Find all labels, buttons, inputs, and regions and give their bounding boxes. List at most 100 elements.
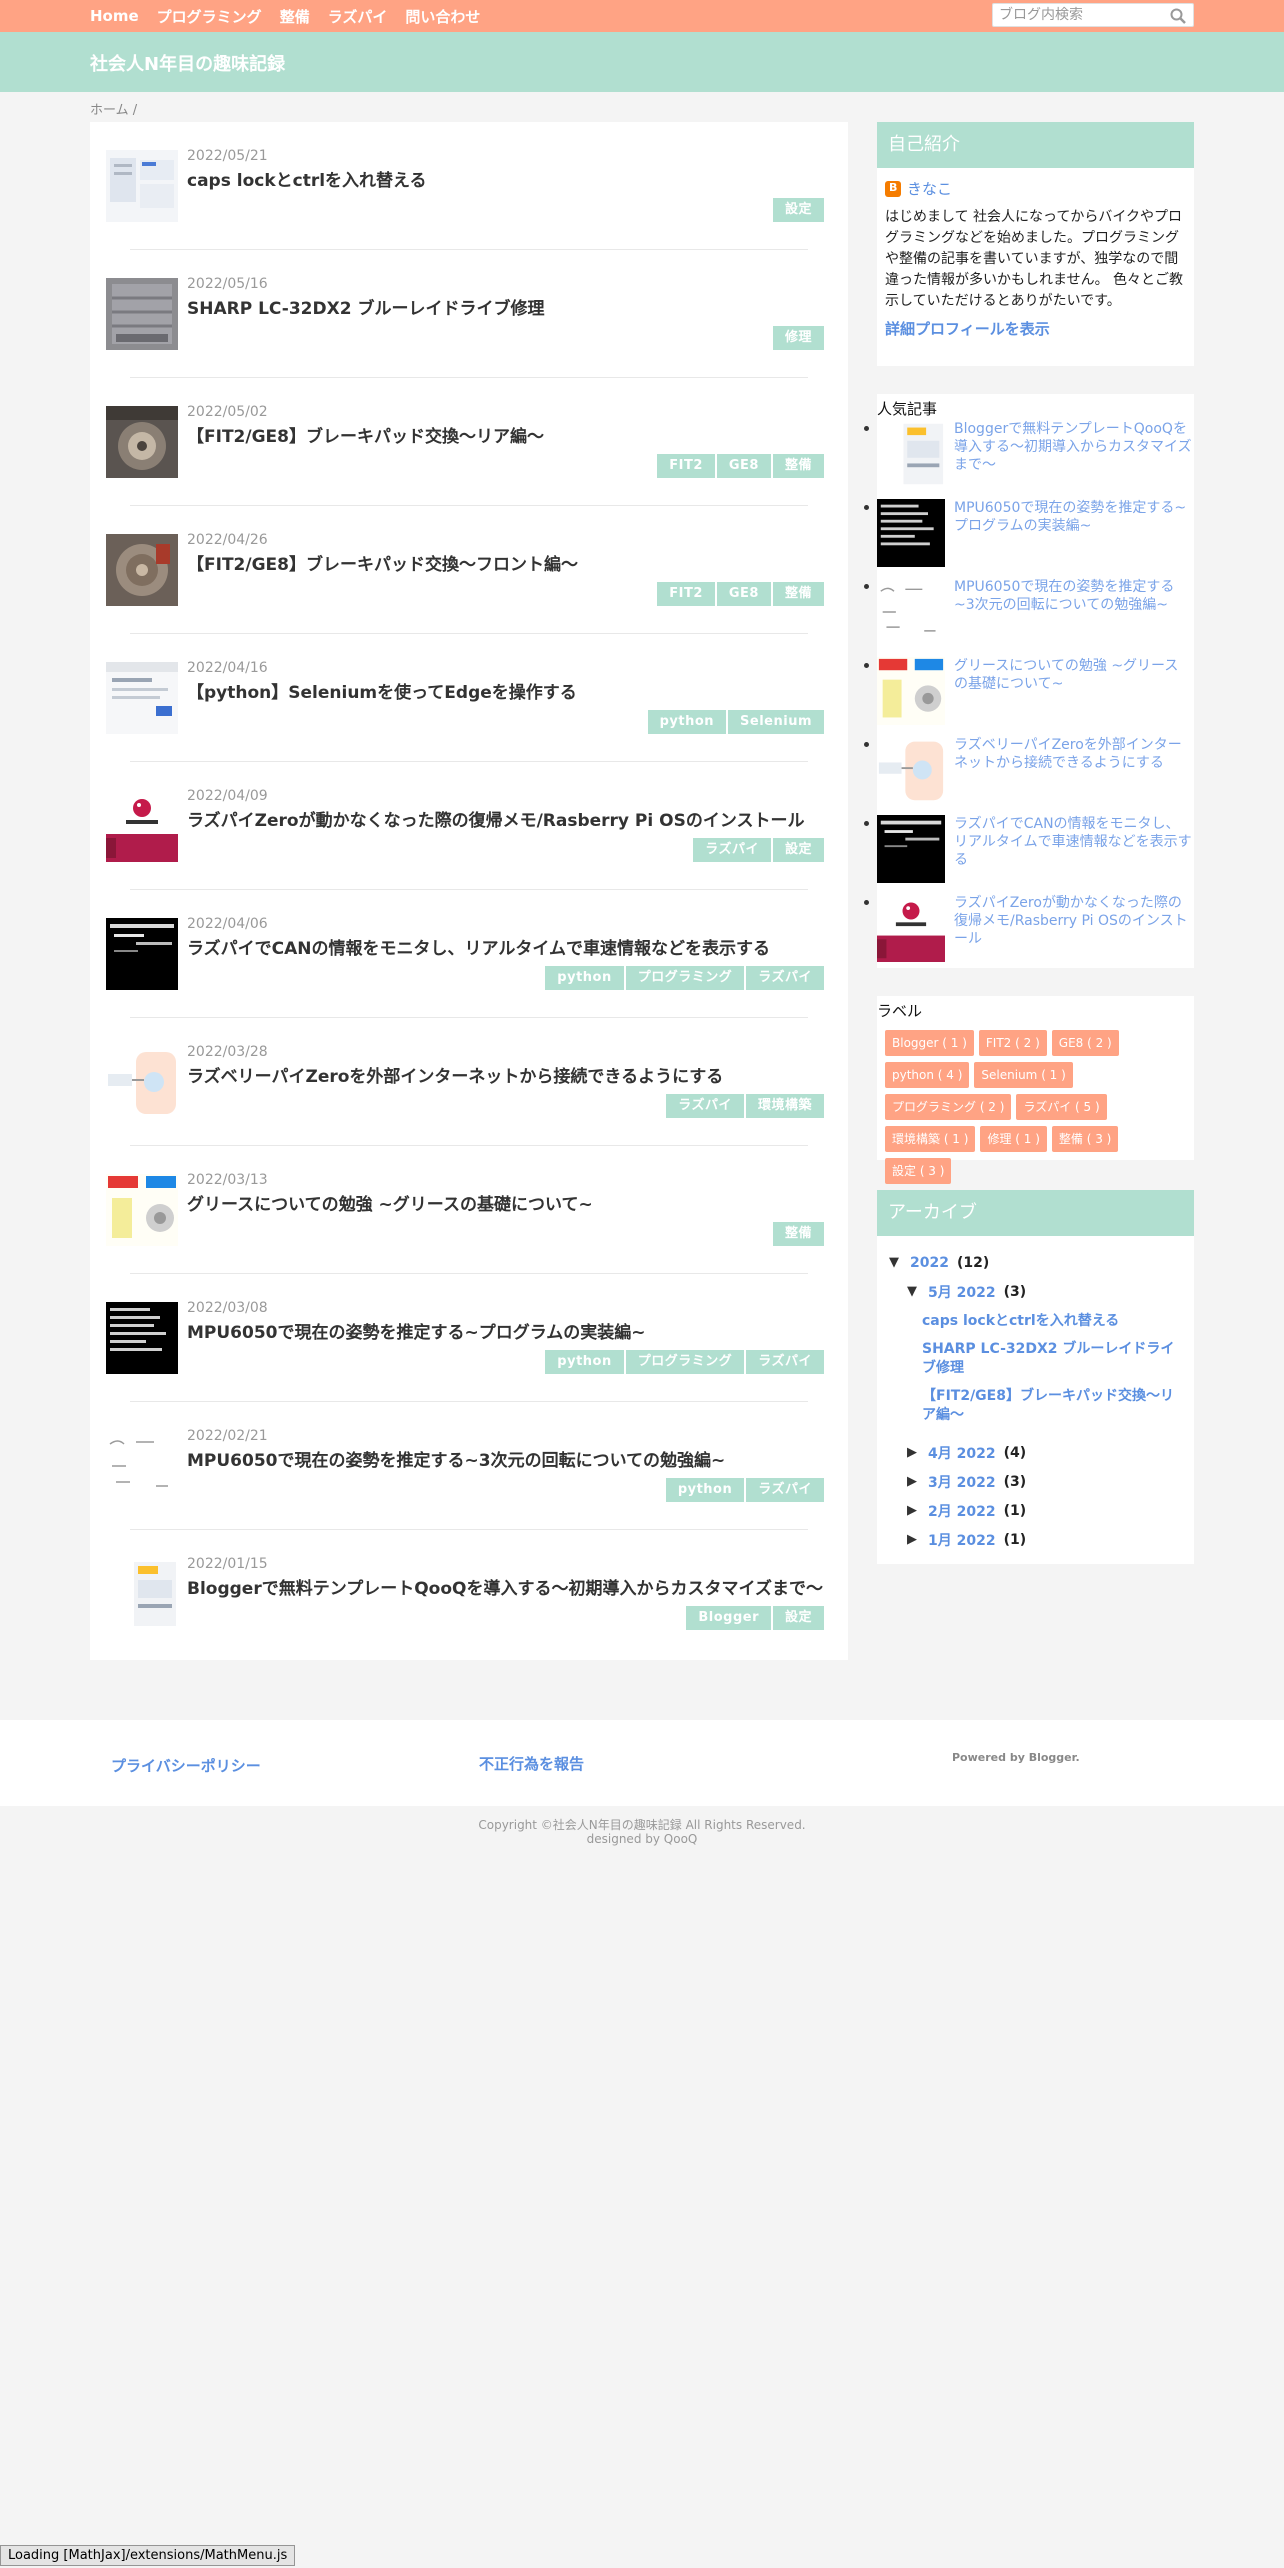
- post-title-link[interactable]: 【FIT2/GE8】ブレーキパッド交換～リア編～: [187, 422, 544, 447]
- post-thumbnail[interactable]: [106, 534, 178, 606]
- tag-repair[interactable]: 修理: [772, 326, 824, 350]
- tag-fit2[interactable]: FIT2: [657, 454, 715, 478]
- tag-environment[interactable]: 環境構築: [745, 1094, 824, 1118]
- post-thumbnail[interactable]: [106, 278, 178, 350]
- post-thumbnail[interactable]: [106, 1430, 178, 1502]
- label-link[interactable]: 整備 ( 3 ): [1051, 1126, 1119, 1152]
- post-title-link[interactable]: ラズパイでCANの情報をモニタし、リアルタイムで車速情報などを表示する: [187, 934, 770, 959]
- popular-post-thumbnail[interactable]: [877, 894, 945, 962]
- report-abuse-link[interactable]: 不正行為を報告: [479, 1753, 584, 1774]
- archive-month-link[interactable]: 3月 2022: [928, 1472, 996, 1492]
- post-thumbnail[interactable]: [106, 1558, 178, 1630]
- post-thumbnail[interactable]: [106, 1302, 178, 1374]
- expand-triangle-icon[interactable]: ▶: [904, 1503, 920, 1518]
- tag-raspberry-pi[interactable]: ラズパイ: [666, 1094, 744, 1118]
- tag-blogger[interactable]: Blogger: [686, 1606, 771, 1630]
- tag-fit2[interactable]: FIT2: [657, 582, 715, 606]
- label-link[interactable]: 設定 ( 3 ): [885, 1158, 952, 1184]
- nav-raspberry-pi[interactable]: ラズパイ: [328, 6, 388, 27]
- label-link[interactable]: FIT2 ( 2 ): [978, 1030, 1047, 1056]
- popular-post-thumbnail[interactable]: [877, 499, 945, 567]
- post-thumbnail[interactable]: [106, 1046, 178, 1118]
- collapse-triangle-icon[interactable]: ▼: [904, 1284, 920, 1299]
- post-thumbnail[interactable]: [106, 1174, 178, 1246]
- post-title-link[interactable]: MPU6050で現在の姿勢を推定する~プログラムの実装編~: [187, 1318, 645, 1343]
- search-icon[interactable]: [1169, 7, 1187, 25]
- tag-raspberry-pi[interactable]: ラズパイ: [693, 838, 771, 862]
- expand-triangle-icon[interactable]: ▶: [904, 1474, 920, 1489]
- nav-maintenance[interactable]: 整備: [280, 6, 310, 27]
- popular-post-link[interactable]: ラズパイZeroが動かなくなった際の復帰メモ/Rasberry Pi OSのイン…: [954, 894, 1192, 948]
- tag-raspberry-pi[interactable]: ラズパイ: [746, 966, 824, 990]
- search-input[interactable]: [993, 4, 1163, 26]
- post-title-link[interactable]: SHARP LC-32DX2 ブルーレイドライブ修理: [187, 294, 544, 319]
- label-link[interactable]: Selenium ( 1 ): [974, 1062, 1073, 1088]
- powered-by-blogger-link[interactable]: Powered by Blogger.: [952, 1751, 1080, 1764]
- archive-month-link[interactable]: 2月 2022: [928, 1501, 996, 1521]
- tag-python[interactable]: python: [545, 1350, 624, 1374]
- post-title-link[interactable]: グリースについての勉強 ~グリースの基礎について~: [187, 1190, 593, 1215]
- post-title-link[interactable]: Bloggerで無料テンプレートQooQを導入する～初期導入からカスタマイズまで…: [187, 1574, 823, 1599]
- label-link[interactable]: GE8 ( 2 ): [1051, 1030, 1119, 1056]
- popular-post-thumbnail[interactable]: [877, 420, 945, 488]
- profile-name[interactable]: きなこ: [907, 178, 952, 199]
- label-link[interactable]: 修理 ( 1 ): [980, 1126, 1047, 1152]
- popular-post-link[interactable]: グリースについての勉強 ~グリースの基礎について~: [954, 657, 1192, 693]
- label-link[interactable]: python ( 4 ): [885, 1062, 970, 1088]
- post-thumbnail[interactable]: [106, 150, 178, 222]
- post-title-link[interactable]: 【python】Seleniumを使ってEdgeを操作する: [187, 678, 577, 703]
- nav-programming[interactable]: プログラミング: [157, 6, 262, 27]
- post-thumbnail[interactable]: [106, 406, 178, 478]
- popular-post-link[interactable]: MPU6050で現在の姿勢を推定する~プログラムの実装編~: [954, 499, 1192, 535]
- archive-month-link[interactable]: 5月 2022: [928, 1282, 996, 1302]
- tag-settings[interactable]: 設定: [772, 198, 824, 222]
- tag-python[interactable]: python: [647, 710, 727, 734]
- label-link[interactable]: ラズパイ ( 5 ): [1016, 1094, 1107, 1120]
- tag-ge8[interactable]: GE8: [716, 454, 771, 478]
- tag-programming[interactable]: プログラミング: [625, 966, 745, 990]
- tag-maintenance[interactable]: 整備: [772, 454, 824, 478]
- tag-python[interactable]: python: [665, 1478, 745, 1502]
- post-title-link[interactable]: ラズパイZeroが動かなくなった際の復帰メモ/Rasberry Pi OSのイン…: [187, 806, 805, 831]
- post-title-link[interactable]: MPU6050で現在の姿勢を推定する~3次元の回転についての勉強編~: [187, 1446, 725, 1471]
- privacy-policy-link[interactable]: プライバシーポリシー: [111, 1755, 261, 1776]
- archive-month-link[interactable]: 1月 2022: [928, 1530, 996, 1550]
- post-thumbnail[interactable]: [106, 790, 178, 862]
- tag-maintenance[interactable]: 整備: [772, 582, 824, 606]
- tag-ge8[interactable]: GE8: [716, 582, 771, 606]
- post-title-link[interactable]: 【FIT2/GE8】ブレーキパッド交換～フロント編～: [187, 550, 578, 575]
- expand-triangle-icon[interactable]: ▶: [904, 1445, 920, 1460]
- expand-triangle-icon[interactable]: ▶: [904, 1532, 920, 1547]
- label-link[interactable]: Blogger ( 1 ): [885, 1030, 974, 1056]
- label-link[interactable]: プログラミング ( 2 ): [885, 1094, 1012, 1120]
- tag-settings[interactable]: 設定: [772, 1606, 824, 1630]
- popular-post-thumbnail[interactable]: [877, 815, 945, 883]
- designed-by-link[interactable]: designed by QooQ: [0, 1832, 1284, 1846]
- nav-home[interactable]: Home: [90, 7, 139, 25]
- profile-detail-link[interactable]: 詳細プロフィールを表示: [877, 312, 1194, 349]
- tag-settings[interactable]: 設定: [772, 838, 824, 862]
- post-title-link[interactable]: caps lockとctrlを入れ替える: [187, 166, 427, 191]
- popular-post-thumbnail[interactable]: [877, 736, 945, 804]
- popular-post-thumbnail[interactable]: [877, 578, 945, 646]
- tag-raspberry-pi[interactable]: ラズパイ: [746, 1350, 824, 1374]
- collapse-triangle-icon[interactable]: ▼: [886, 1255, 902, 1270]
- breadcrumb[interactable]: ホーム /: [90, 99, 137, 118]
- archive-post-link[interactable]: 【FIT2/GE8】ブレーキパッド交換～リア編～: [922, 1387, 1185, 1425]
- post-thumbnail[interactable]: [106, 918, 178, 990]
- archive-month-link[interactable]: 4月 2022: [928, 1443, 996, 1463]
- post-thumbnail[interactable]: [106, 662, 178, 734]
- label-link[interactable]: 環境構築 ( 1 ): [885, 1126, 976, 1152]
- tag-programming[interactable]: プログラミング: [625, 1350, 745, 1374]
- archive-post-link[interactable]: SHARP LC-32DX2 ブルーレイドライブ修理: [922, 1340, 1185, 1378]
- blog-title[interactable]: 社会人N年目の趣味記録: [90, 50, 285, 76]
- popular-post-thumbnail[interactable]: [877, 657, 945, 725]
- popular-post-link[interactable]: Bloggerで無料テンプレートQooQを導入する～初期導入からカスタマイズまで…: [954, 420, 1192, 474]
- tag-maintenance[interactable]: 整備: [772, 1222, 824, 1246]
- tag-python[interactable]: python: [545, 966, 624, 990]
- archive-post-link[interactable]: caps lockとctrlを入れ替える: [922, 1312, 1185, 1331]
- archive-year-link[interactable]: 2022: [910, 1255, 949, 1271]
- popular-post-link[interactable]: ラズパイでCANの情報をモニタし、リアルタイムで車速情報などを表示する: [954, 815, 1192, 869]
- post-title-link[interactable]: ラズベリーパイZeroを外部インターネットから接続できるようにする: [187, 1062, 723, 1087]
- nav-contact[interactable]: 問い合わせ: [405, 6, 480, 27]
